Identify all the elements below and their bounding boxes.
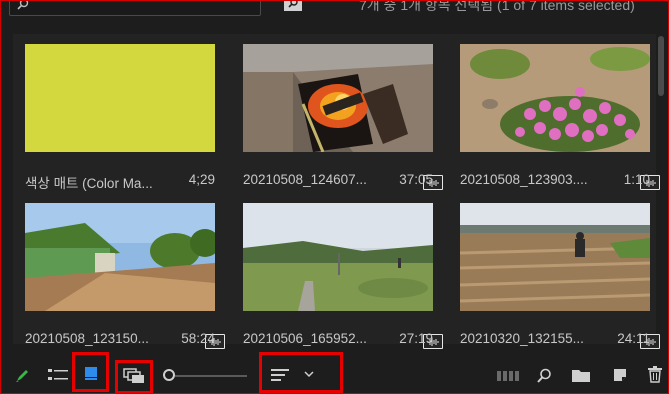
top-bar: 7개 중 1개 항목 선택됨 (1 of 7 items selected) — [0, 0, 669, 20]
project-item-tile[interactable]: 20210320_132155... 24:11 — [460, 203, 666, 353]
item-name: 20210508_123150... — [25, 331, 149, 346]
sort-icon[interactable] — [271, 368, 289, 382]
bottom-toolbar — [0, 352, 669, 394]
item-name: 20210508_123903.... — [460, 172, 588, 187]
selection-status: 7개 중 1개 항목 선택됨 (1 of 7 items selected) — [359, 0, 635, 13]
item-duration: 58:24 — [181, 331, 215, 346]
item-duration: 37:05 — [399, 172, 433, 187]
thumbnail — [25, 44, 215, 152]
zoom-slider-knob[interactable] — [163, 369, 175, 381]
vertical-scrollbar[interactable] — [657, 34, 665, 344]
automate-to-sequence-icon[interactable] — [497, 369, 519, 383]
item-duration: 24:11 — [617, 331, 650, 346]
item-duration: 27:19 — [399, 331, 433, 346]
trash-icon[interactable] — [648, 366, 662, 383]
item-name: 색상 매트 (Color Ma... — [25, 176, 153, 191]
thumbnail — [460, 203, 650, 311]
new-item-icon[interactable] — [612, 367, 628, 383]
filter-search-button[interactable] — [284, 0, 302, 13]
search-input[interactable] — [9, 0, 261, 16]
new-bin-icon[interactable] — [572, 368, 590, 382]
thumbnail — [25, 203, 215, 311]
thumbnail — [243, 44, 433, 152]
project-item-tile[interactable]: 색상 매트 (Color Ma... 4;29 — [25, 44, 231, 194]
item-duration: 4;29 — [188, 172, 215, 187]
search-icon — [284, 0, 302, 11]
project-item-tile[interactable]: 20210508_124607... 37:05 — [243, 44, 449, 194]
item-name: 20210506_165952... — [243, 331, 367, 346]
search-icon — [17, 0, 29, 10]
item-name: 20210508_124607... — [243, 172, 367, 187]
list-view-icon[interactable] — [48, 368, 68, 382]
zoom-slider[interactable] — [175, 375, 247, 377]
thumbnail — [243, 203, 433, 311]
thumbnail — [460, 44, 650, 152]
freeform-view-icon[interactable] — [123, 368, 145, 384]
icon-view-icon[interactable] — [83, 365, 99, 381]
pencil-icon[interactable] — [14, 368, 30, 384]
scrollbar-thumb[interactable] — [658, 36, 664, 96]
item-duration: 1:10 — [623, 172, 650, 187]
item-name: 20210320_132155... — [460, 331, 584, 346]
project-item-tile[interactable]: 20210508_123903.... 1:10 — [460, 44, 666, 194]
project-item-tile[interactable]: 20210508_123150... 58:24 — [25, 203, 231, 353]
project-item-tile[interactable]: 20210506_165952... 27:19 — [243, 203, 449, 353]
chevron-down-icon[interactable] — [303, 370, 315, 378]
project-items-grid: 색상 매트 (Color Ma... 4;29 20210508_124607.… — [13, 34, 660, 349]
find-icon[interactable] — [536, 368, 552, 384]
